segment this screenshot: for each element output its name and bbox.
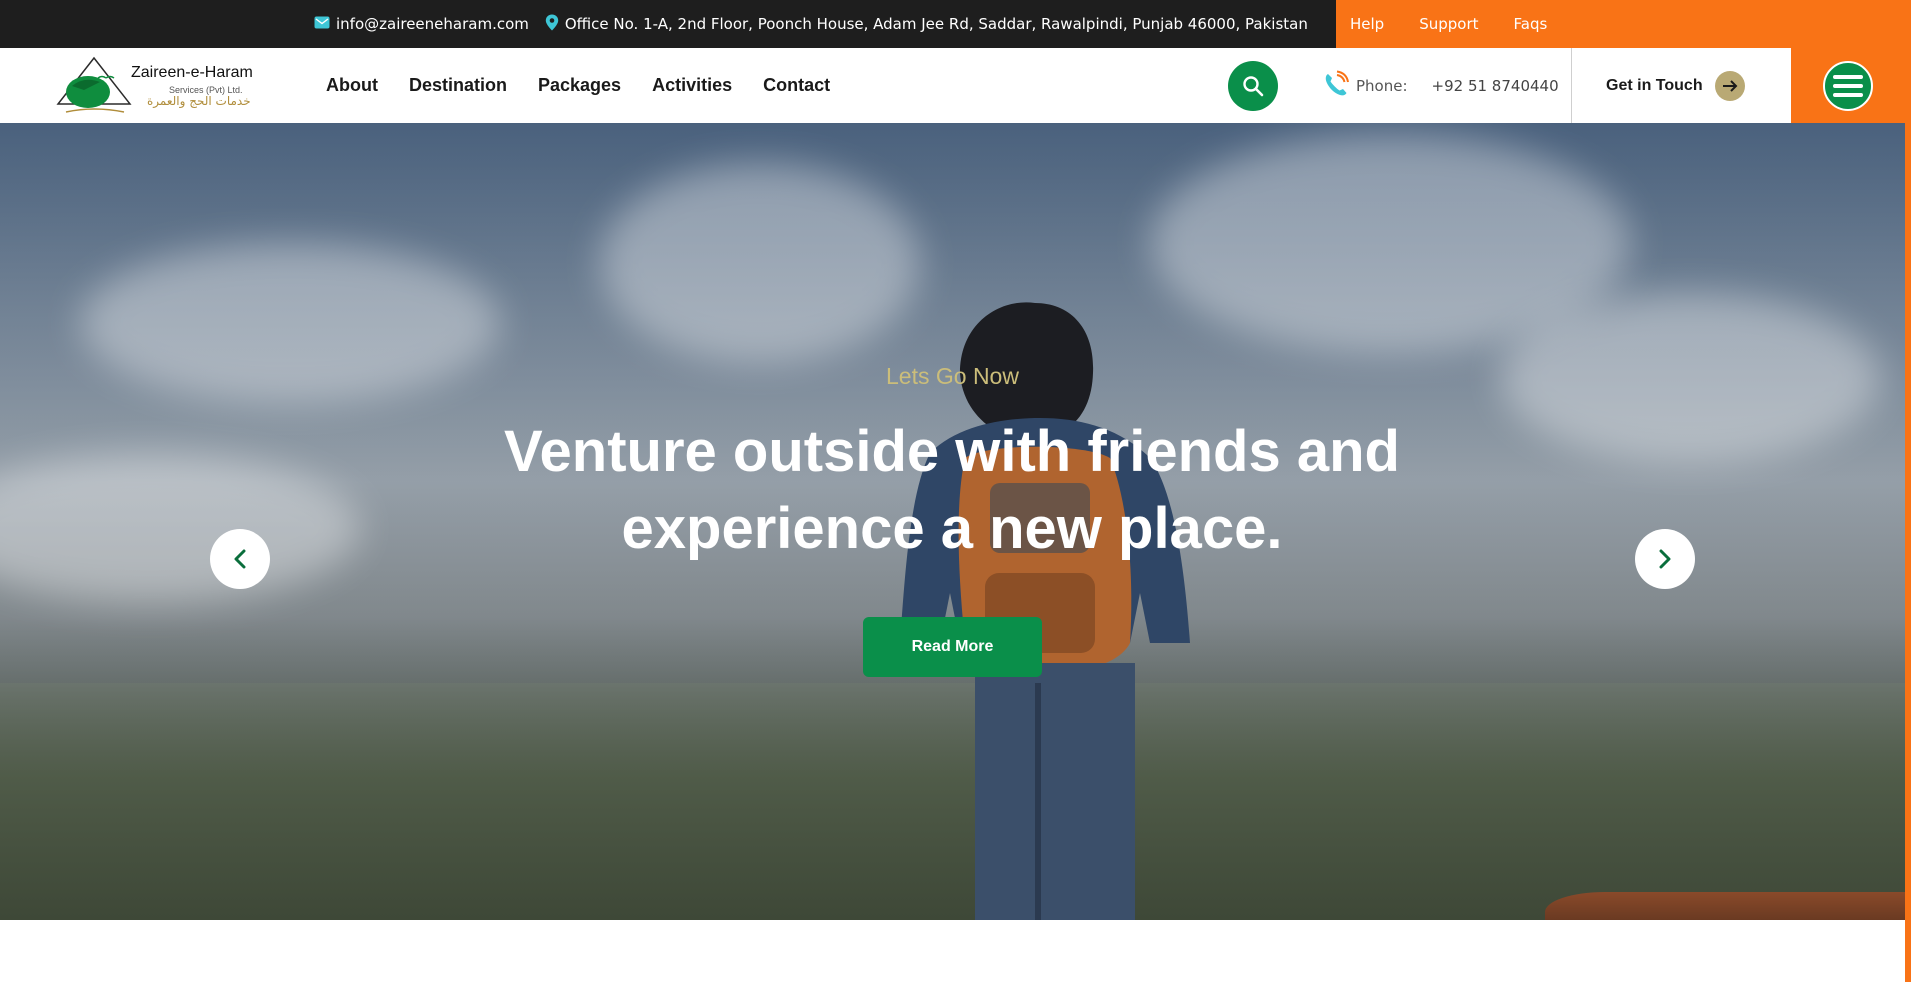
main-nav: About Destination Packages Activities Co… — [326, 48, 830, 123]
menu-button[interactable] — [1823, 61, 1873, 111]
address-text: Office No. 1-A, 2nd Floor, Poonch House,… — [564, 15, 1308, 33]
top-bar-contact: info@zaireeneharam.com Office No. 1-A, 2… — [314, 0, 1308, 48]
nav-item-contact[interactable]: Contact — [763, 75, 830, 96]
slider-prev-button[interactable] — [210, 529, 270, 589]
hero-content: Lets Go Now Venture outside with friends… — [0, 123, 1905, 920]
nav-item-activities[interactable]: Activities — [652, 75, 732, 96]
search-button[interactable] — [1228, 61, 1278, 111]
email-item[interactable]: info@zaireeneharam.com — [314, 15, 529, 33]
help-link[interactable]: Help — [1350, 15, 1384, 33]
phone-number: +92 51 8740440 — [1431, 76, 1559, 95]
phone-label: Phone: — [1356, 76, 1408, 95]
get-in-touch-label: Get in Touch — [1606, 77, 1703, 94]
hero-slider: Lets Go Now Venture outside with friends… — [0, 123, 1905, 920]
slider-next-button[interactable] — [1635, 529, 1695, 589]
top-bar-links: Help Support Faqs — [1350, 0, 1547, 48]
hero-headline: Venture outside with friends and experie… — [504, 419, 1400, 561]
arrow-right-icon — [1714, 71, 1745, 101]
page-scrollbar[interactable] — [1905, 0, 1911, 982]
support-link[interactable]: Support — [1419, 15, 1478, 33]
read-more-button[interactable]: Read More — [863, 617, 1042, 677]
hero-eyebrow: Lets Go Now — [886, 363, 1019, 389]
logo[interactable]: Zaireen-e-Haram Services (Pvt) Ltd. خدما… — [54, 56, 254, 118]
logo-emblem-icon — [56, 56, 132, 113]
location-pin-icon — [545, 14, 559, 35]
phone-icon — [1322, 70, 1350, 102]
logo-arabic-text: خدمات الحج والعمرة — [147, 94, 251, 108]
nav-item-packages[interactable]: Packages — [538, 75, 621, 96]
header-divider — [1571, 48, 1572, 123]
nav-item-about[interactable]: About — [326, 75, 378, 96]
below-hero-section — [0, 920, 1911, 982]
phone-contact[interactable]: Phone: +92 51 8740440 — [1322, 48, 1559, 123]
logo-name: Zaireen-e-Haram — [131, 64, 253, 81]
chevron-left-icon — [234, 549, 246, 569]
search-icon — [1243, 76, 1264, 97]
nav-item-destination[interactable]: Destination — [409, 75, 507, 96]
email-text: info@zaireeneharam.com — [336, 15, 529, 33]
hamburger-menu-icon — [1833, 75, 1863, 97]
get-in-touch-button[interactable]: Get in Touch — [1606, 70, 1745, 102]
mail-icon — [314, 15, 330, 33]
address-item: Office No. 1-A, 2nd Floor, Poonch House,… — [545, 14, 1308, 35]
faqs-link[interactable]: Faqs — [1514, 15, 1548, 33]
chevron-right-icon — [1659, 549, 1671, 569]
